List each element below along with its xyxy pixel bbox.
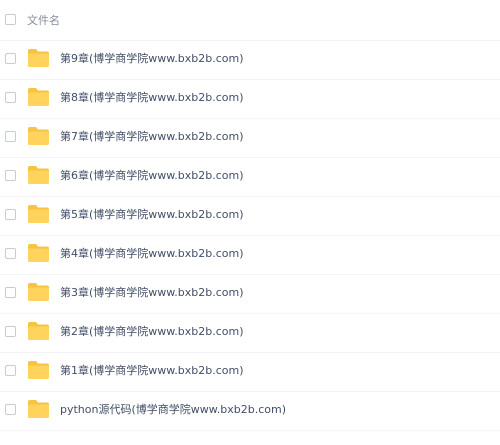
file-row[interactable]: 第6章(博学商学院www.bxb2b.com) [0,158,500,197]
file-name[interactable]: 第5章(博学商学院www.bxb2b.com) [60,208,244,222]
file-row[interactable]: python源代码(博学商学院www.bxb2b.com) [0,392,500,431]
row-checkbox[interactable] [5,131,16,142]
file-row[interactable]: 第4章(博学商学院www.bxb2b.com) [0,236,500,275]
folder-icon [27,126,50,146]
folder-icon [27,360,50,380]
file-row[interactable]: 第3章(博学商学院www.bxb2b.com) [0,275,500,314]
folder-icon [27,48,50,68]
row-checkbox[interactable] [5,287,16,298]
row-checkbox[interactable] [5,248,16,259]
folder-icon [27,282,50,302]
file-name[interactable]: 第9章(博学商学院www.bxb2b.com) [60,52,244,66]
file-name[interactable]: 第1章(博学商学院www.bxb2b.com) [60,364,244,378]
file-list-header: 文件名 [0,0,500,41]
row-checkbox[interactable] [5,326,16,337]
file-name[interactable]: 第8章(博学商学院www.bxb2b.com) [60,91,244,105]
row-checkbox[interactable] [5,170,16,181]
file-name[interactable]: 第7章(博学商学院www.bxb2b.com) [60,130,244,144]
file-list: 文件名 第9章(博学商学院www.bxb2b.com) 第8章(博学商学院www… [0,0,500,445]
folder-icon [27,399,50,419]
select-all-checkbox[interactable] [5,14,16,25]
file-name[interactable]: 第3章(博学商学院www.bxb2b.com) [60,286,244,300]
file-name[interactable]: 第6章(博学商学院www.bxb2b.com) [60,169,244,183]
row-checkbox[interactable] [5,209,16,220]
file-row[interactable]: 第1章(博学商学院www.bxb2b.com) [0,353,500,392]
file-row[interactable]: 第8章(博学商学院www.bxb2b.com) [0,80,500,119]
row-checkbox[interactable] [5,53,16,64]
file-name[interactable]: 第4章(博学商学院www.bxb2b.com) [60,247,244,261]
file-name[interactable]: python源代码(博学商学院www.bxb2b.com) [60,403,286,417]
column-header-filename[interactable]: 文件名 [27,14,60,28]
row-checkbox[interactable] [5,92,16,103]
folder-icon [27,165,50,185]
row-checkbox[interactable] [5,404,16,415]
file-row[interactable]: 第7章(博学商学院www.bxb2b.com) [0,119,500,158]
folder-icon [27,243,50,263]
folder-icon [27,204,50,224]
folder-icon [27,87,50,107]
row-checkbox[interactable] [5,365,16,376]
file-row[interactable]: 第9章(博学商学院www.bxb2b.com) [0,41,500,80]
file-row[interactable]: 第2章(博学商学院www.bxb2b.com) [0,314,500,353]
file-row[interactable]: 第5章(博学商学院www.bxb2b.com) [0,197,500,236]
file-rows: 第9章(博学商学院www.bxb2b.com) 第8章(博学商学院www.bxb… [0,41,500,431]
file-name[interactable]: 第2章(博学商学院www.bxb2b.com) [60,325,244,339]
folder-icon [27,321,50,341]
